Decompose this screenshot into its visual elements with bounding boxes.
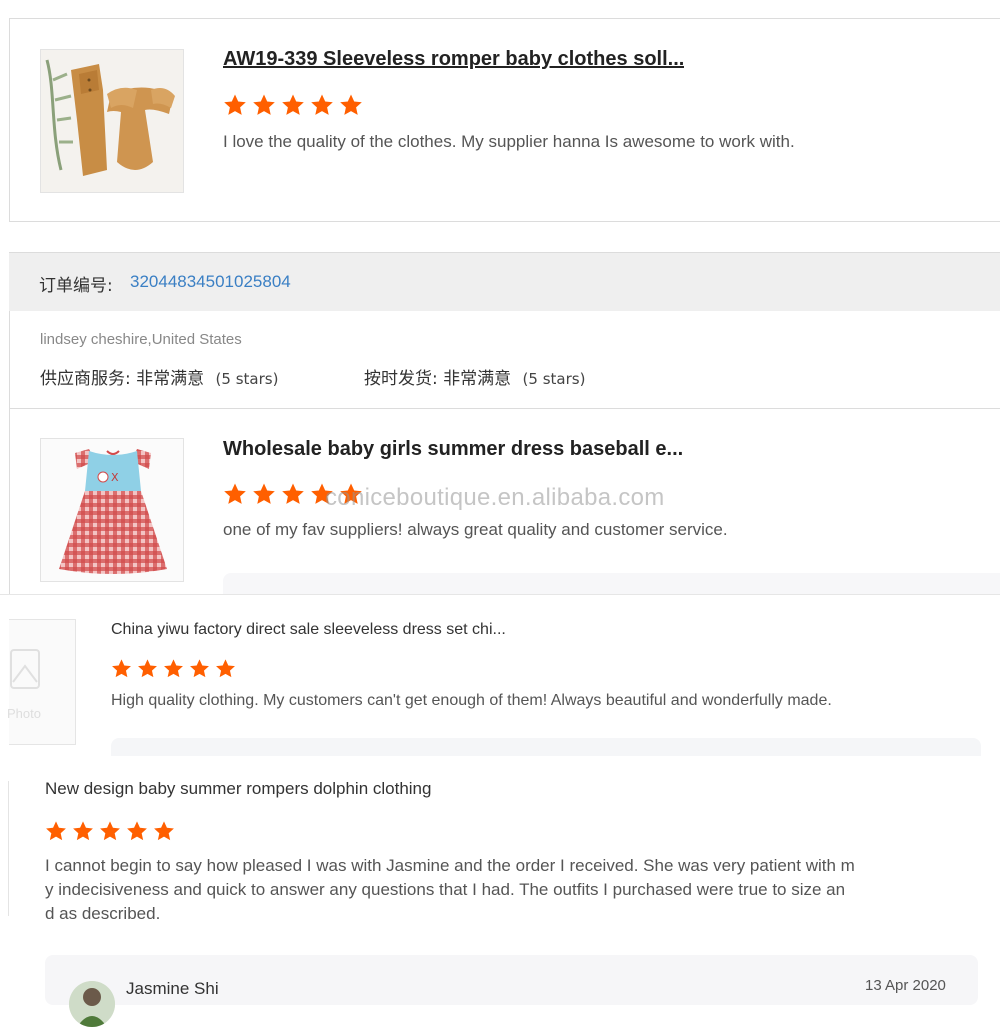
reply-box xyxy=(111,738,981,756)
star-rating xyxy=(223,93,368,117)
star-icon xyxy=(339,93,363,117)
star-icon xyxy=(153,820,175,842)
product-title[interactable]: New design baby summer rompers dolphin c… xyxy=(45,779,431,799)
on-time-shipping-rating: 按时发货: 非常满意 (5 stars) xyxy=(364,364,585,389)
avatar-icon xyxy=(69,981,115,1027)
watermark: coniceboutique.en.alibaba.com xyxy=(325,484,665,511)
review-text: I love the quality of the clothes. My su… xyxy=(223,132,795,151)
supplier-service-rating: 供应商服务: 非常满意 (5 stars) xyxy=(40,364,278,389)
star-icon xyxy=(163,658,184,679)
star-icon xyxy=(99,820,121,842)
star-icon xyxy=(137,658,158,679)
service-label: 供应商服务: xyxy=(40,369,131,389)
star-icon xyxy=(281,482,305,506)
review-text: High quality clothing. My customers can'… xyxy=(111,692,832,709)
review-text: one of my fav suppliers! always great qu… xyxy=(223,520,728,539)
product-thumbnail[interactable]: X xyxy=(40,438,184,582)
photo-placeholder: Photo xyxy=(7,619,76,745)
review-card-4: New design baby summer rompers dolphin c… xyxy=(0,759,1000,1027)
star-icon xyxy=(310,93,334,117)
section-gap xyxy=(0,222,1000,252)
supplier-reply: Jasmine Shi 13 Apr 2020 xyxy=(45,955,978,1027)
star-icon xyxy=(223,93,247,117)
romper-photo-icon xyxy=(41,50,183,192)
order-info: lindsey cheshire,United States 供应商服务: 非常… xyxy=(9,311,1000,409)
product-title[interactable]: AW19-339 Sleeveless romper baby clothes … xyxy=(223,48,684,71)
shipping-value: 非常满意 xyxy=(443,369,512,389)
service-value: 非常满意 xyxy=(136,369,205,389)
photo-placeholder-label: Photo xyxy=(7,706,41,721)
star-icon xyxy=(223,482,247,506)
svg-text:X: X xyxy=(111,471,119,484)
shipping-stars: (5 stars) xyxy=(522,370,586,388)
review-card-3: Photo China yiwu factory direct sale sle… xyxy=(0,594,1000,759)
star-icon xyxy=(111,658,132,679)
star-icon xyxy=(126,820,148,842)
star-rating xyxy=(111,658,241,679)
star-icon xyxy=(252,482,276,506)
product-title[interactable]: China yiwu factory direct sale sleeveles… xyxy=(111,621,506,639)
order-header: 订单编号: 32044834501025804 xyxy=(9,252,1000,311)
review-text-line-1: I cannot begin to say how pleased I was … xyxy=(45,856,855,875)
image-placeholder-icon xyxy=(10,649,40,689)
star-icon xyxy=(252,93,276,117)
order-number-label: 订单编号: xyxy=(39,276,113,296)
star-icon xyxy=(281,93,305,117)
product-title[interactable]: Wholesale baby girls summer dress baseba… xyxy=(223,438,683,461)
reply-author-name: Jasmine Shi xyxy=(126,979,219,998)
reply-date: 13 Apr 2020 xyxy=(865,977,946,994)
service-stars: (5 stars) xyxy=(215,370,279,388)
avatar xyxy=(69,981,115,1027)
star-rating xyxy=(45,820,180,842)
review-card-1: AW19-339 Sleeveless romper baby clothes … xyxy=(9,18,1000,222)
shipping-label: 按时发货: xyxy=(364,369,438,389)
left-edge-divider xyxy=(0,781,9,916)
star-icon xyxy=(45,820,67,842)
order-number-link[interactable]: 32044834501025804 xyxy=(130,272,291,292)
gingham-dress-photo-icon: X xyxy=(41,439,183,581)
star-icon xyxy=(215,658,236,679)
star-icon xyxy=(72,820,94,842)
product-thumbnail[interactable] xyxy=(40,49,184,193)
review-text-line-3: d as described. xyxy=(45,904,161,923)
review-text-line-2: y indecisiveness and quick to answer any… xyxy=(45,880,846,899)
star-icon xyxy=(189,658,210,679)
buyer-name: lindsey cheshire,United States xyxy=(40,331,242,348)
